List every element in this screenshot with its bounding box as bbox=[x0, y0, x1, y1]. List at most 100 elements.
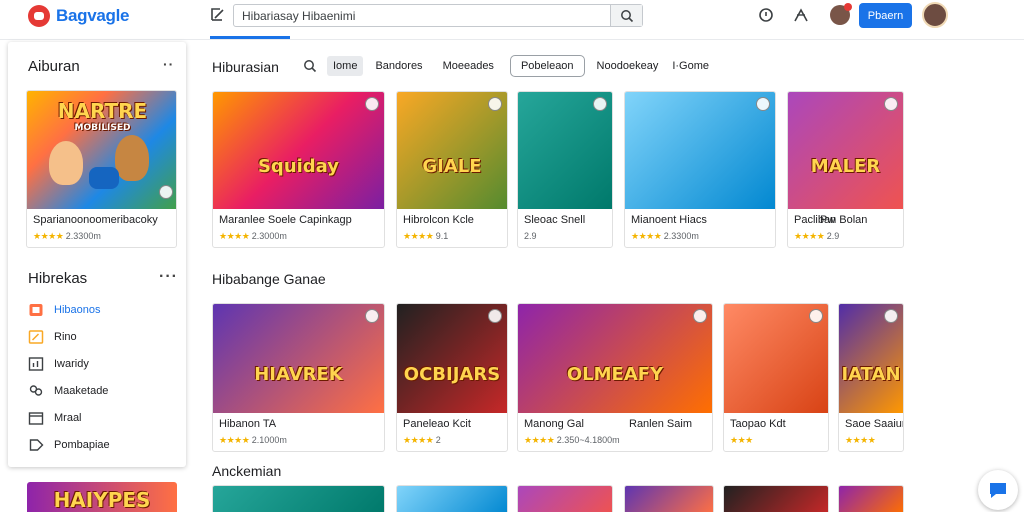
game-card[interactable] bbox=[723, 485, 829, 512]
game-title: Maranlee Soele Capinkagp bbox=[219, 214, 352, 226]
game-title: Sleoac Snell bbox=[524, 214, 586, 226]
badge-icon bbox=[28, 330, 44, 344]
favorite-icon[interactable] bbox=[365, 97, 379, 111]
game-title: Mianoent Hiacs bbox=[631, 214, 707, 226]
game-meta: ★★★ bbox=[730, 435, 753, 446]
filter-chip-selected[interactable]: Pobeleaon bbox=[509, 55, 585, 77]
favorite-icon[interactable] bbox=[809, 309, 823, 323]
favorite-icon[interactable] bbox=[884, 97, 898, 111]
filter-chip[interactable]: I·Gome bbox=[666, 56, 715, 76]
favorite-icon[interactable] bbox=[693, 309, 707, 323]
game-card[interactable] bbox=[212, 485, 385, 512]
sidebar-nav-item[interactable]: Pombapiae bbox=[28, 436, 110, 454]
rating-stars: ★★★★ bbox=[403, 231, 434, 241]
featured-game-card[interactable]: NARTRE MOBILISED Sparianoonoomeribacoky … bbox=[26, 90, 177, 248]
search-button[interactable] bbox=[610, 5, 642, 26]
game-title-secondary: Pw bbox=[820, 214, 836, 226]
game-art-title: IATAN bbox=[841, 364, 901, 385]
favorite-icon[interactable] bbox=[884, 309, 898, 323]
people-icon bbox=[29, 385, 43, 396]
filter-chip[interactable]: Bandores bbox=[369, 56, 428, 76]
logo-icon bbox=[28, 5, 50, 27]
game-meta: ★★★★ 2.3300m bbox=[631, 231, 699, 241]
user-avatar[interactable] bbox=[922, 2, 948, 28]
game-card[interactable]: OCBIJARS Paneleao Kcit ★★★★ 2 bbox=[396, 303, 508, 452]
game-card[interactable] bbox=[838, 485, 904, 512]
rating-stars: ★★★★ bbox=[845, 435, 876, 445]
tools-icon[interactable] bbox=[792, 6, 810, 24]
game-title: Paneleao Kcit bbox=[403, 418, 471, 430]
filter-chip[interactable]: Moeeades bbox=[437, 56, 500, 76]
game-art-title: Squiday bbox=[257, 156, 340, 177]
filter-bar: Iome Bandores Moeeades Pobeleaon Noodoek… bbox=[303, 55, 715, 77]
logo-text: Bagvagle bbox=[56, 6, 130, 25]
partial-game-card[interactable]: HAIYPES bbox=[27, 482, 177, 512]
sidebar-section-title: Hibrekas bbox=[28, 270, 88, 287]
game-card[interactable]: HIAVREK Hibanon TA ★★★★ 2.1000m bbox=[212, 303, 385, 452]
orange-square-icon bbox=[29, 304, 43, 316]
game-title: Taopao Kdt bbox=[730, 418, 786, 430]
featured-game-image: NARTRE MOBILISED bbox=[27, 91, 176, 209]
game-card[interactable] bbox=[624, 485, 714, 512]
game-title-secondary: Ranlen Saim bbox=[629, 418, 692, 430]
game-meta: ★★★★ 2 bbox=[403, 435, 441, 445]
game-card[interactable]: Mianoent Hiacs ★★★★ 2.3300m bbox=[624, 91, 776, 248]
game-art-title: MALER bbox=[810, 156, 881, 177]
search-icon[interactable] bbox=[303, 59, 317, 73]
header-divider bbox=[0, 39, 1024, 40]
game-card[interactable]: Taopao Kdt ★★★ bbox=[723, 303, 829, 452]
game-thumbnail: IATAN bbox=[839, 304, 903, 413]
featured-art-subtitle: MOBILISED bbox=[74, 123, 131, 133]
rating-stars: ★★★★ bbox=[524, 435, 555, 445]
game-title: Saoe Saaiunu bbox=[845, 418, 903, 430]
rating-stars: ★★★★ bbox=[219, 435, 250, 445]
game-card[interactable] bbox=[517, 485, 613, 512]
game-card[interactable]: MALER Pacliban Bolan Pw ★★★★ 2.9 bbox=[787, 91, 904, 248]
notification-avatar[interactable] bbox=[830, 3, 852, 25]
rating-stars: ★★★★ bbox=[219, 231, 250, 241]
chat-button[interactable] bbox=[978, 470, 1018, 510]
game-card[interactable]: Squiday Maranlee Soele Capinkagp ★★★★ 2.30… bbox=[212, 91, 385, 248]
game-meta: ★★★★ 2.350~4.1800m bbox=[524, 435, 620, 445]
sidebar-nav-item[interactable]: Hibaonos bbox=[28, 301, 100, 319]
game-art-title: OLMEAFY bbox=[566, 364, 664, 385]
search-input[interactable]: Hibariasay Hibaenimi bbox=[242, 9, 355, 23]
game-title: Hibanon TA bbox=[219, 418, 277, 430]
game-card[interactable]: GIALE Hibrolcon Kcle ★★★★ 9.1 bbox=[396, 91, 508, 248]
primary-button[interactable]: Pbaern bbox=[859, 3, 912, 28]
sidebar-nav-label: Mraal bbox=[54, 412, 82, 424]
sidebar-nav-item[interactable]: Maaketade bbox=[28, 382, 108, 400]
filter-chip[interactable]: Iome bbox=[327, 56, 364, 76]
favorite-icon[interactable] bbox=[593, 97, 607, 111]
rating-stars: ★★★★ bbox=[631, 231, 662, 241]
more-options-icon[interactable]: ·· bbox=[163, 56, 174, 72]
game-card[interactable] bbox=[396, 485, 508, 512]
more-options-icon[interactable]: ··· bbox=[159, 268, 178, 286]
edit-icon[interactable] bbox=[209, 6, 227, 24]
search-field[interactable]: Hibariasay Hibaenimi bbox=[233, 4, 643, 27]
game-card[interactable]: Sleoac Snell 2.9 bbox=[517, 91, 613, 248]
chat-icon bbox=[990, 483, 1006, 498]
favorite-icon[interactable] bbox=[365, 309, 379, 323]
favorite-icon[interactable] bbox=[159, 185, 173, 199]
sidebar-nav-item[interactable]: Rino bbox=[28, 328, 77, 346]
featured-art-title: NARTRE bbox=[57, 99, 148, 123]
favorite-icon[interactable] bbox=[488, 309, 502, 323]
game-thumbnail bbox=[625, 92, 775, 209]
sidebar-title: Aiburan bbox=[28, 58, 80, 75]
sidebar-nav-item[interactable]: Mraal bbox=[28, 409, 82, 427]
favorite-icon[interactable] bbox=[488, 97, 502, 111]
game-card[interactable]: OLMEAFY Manong Gal Ranlen Saim ★★★★ 2.350~4… bbox=[517, 303, 713, 452]
featured-game-meta: ★★★★ 2.3300m bbox=[33, 231, 101, 241]
app-logo[interactable]: Bagvagle bbox=[28, 5, 129, 27]
sidebar-nav-label: Pombapiae bbox=[54, 439, 110, 451]
game-card[interactable]: IATAN Saoe Saaiunu ★★★★ bbox=[838, 303, 904, 452]
sidebar-nav-item[interactable]: Iwaridy bbox=[28, 355, 89, 373]
favorite-icon[interactable] bbox=[756, 97, 770, 111]
game-thumbnail: OCBIJARS bbox=[397, 304, 507, 413]
refresh-icon[interactable] bbox=[757, 6, 775, 24]
filter-chip[interactable]: Noodoekeay bbox=[591, 56, 665, 76]
game-meta: ★★★★ 2.9 bbox=[794, 231, 840, 241]
game-title: Hibrolcon Kcle bbox=[403, 214, 474, 226]
top-bar: Bagvagle Hibariasay Hibaenimi Pbaern bbox=[0, 0, 1024, 38]
